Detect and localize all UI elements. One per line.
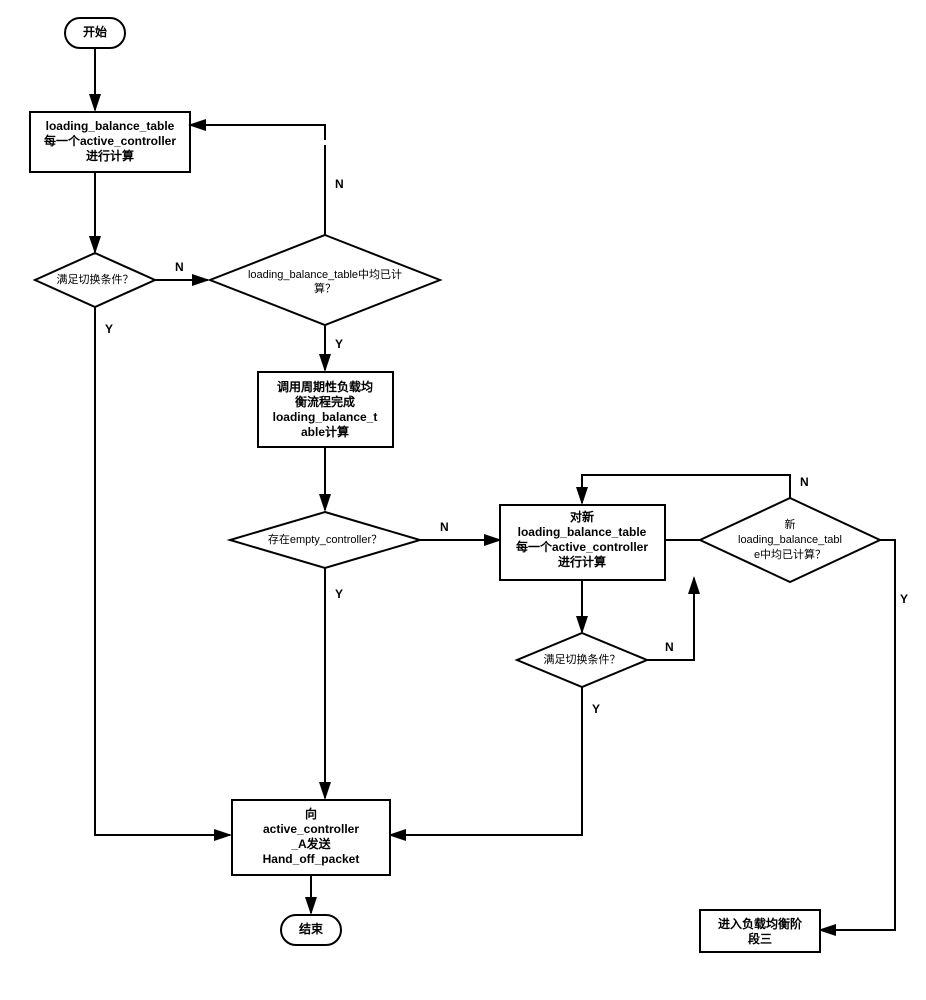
- svg-text:对新: 对新: [570, 509, 594, 524]
- svg-text:算？: 算？: [314, 281, 336, 295]
- svg-text:Y: Y: [335, 587, 343, 601]
- svg-text:loading_balance_t: loading_balance_t: [273, 410, 378, 424]
- svg-text:Y: Y: [335, 337, 343, 351]
- svg-text:N: N: [175, 260, 184, 274]
- svg-text:active_controller: active_controller: [263, 822, 359, 836]
- svg-text:loading_balance_table: loading_balance_table: [46, 119, 175, 133]
- svg-text:进入负载均衡阶: 进入负载均衡阶: [718, 916, 803, 931]
- svg-text:_A发送: _A发送: [290, 836, 331, 851]
- svg-text:调用周期性负载均: 调用周期性负载均: [277, 379, 373, 394]
- svg-text:满足切换条件？: 满足切换条件？: [57, 272, 134, 286]
- svg-text:Y: Y: [592, 702, 600, 716]
- end-label: 结束: [299, 921, 324, 936]
- start-label: 开始: [83, 24, 107, 39]
- svg-text:Y: Y: [900, 592, 908, 606]
- svg-text:loading_balance_table: loading_balance_table: [518, 525, 647, 539]
- svg-text:Hand_off_packet: Hand_off_packet: [263, 852, 360, 866]
- svg-text:新: 新: [785, 517, 796, 531]
- svg-text:段三: 段三: [748, 931, 772, 946]
- svg-text:N: N: [665, 640, 674, 654]
- svg-text:N: N: [800, 475, 809, 489]
- svg-text:向: 向: [305, 806, 317, 821]
- svg-text:e中均已计算？: e中均已计算？: [754, 547, 826, 561]
- svg-text:N: N: [335, 177, 344, 191]
- svg-text:N: N: [440, 520, 449, 534]
- flowchart: 开始 loading_balance_table 每一个active_contr…: [0, 0, 926, 1000]
- svg-text:进行计算: 进行计算: [558, 554, 606, 569]
- svg-text:进行计算: 进行计算: [86, 148, 134, 163]
- svg-text:able计算: able计算: [301, 424, 349, 439]
- svg-text:Y: Y: [105, 322, 113, 336]
- svg-text:loading_balance_tabl: loading_balance_tabl: [738, 534, 842, 546]
- svg-text:每一个active_controller: 每一个active_controller: [44, 133, 176, 148]
- svg-text:满足切换条件？: 满足切换条件？: [544, 652, 621, 666]
- svg-text:衡流程完成: 衡流程完成: [295, 394, 355, 409]
- svg-text:loading_balance_table中均已计: loading_balance_table中均已计: [248, 268, 402, 281]
- svg-text:存在empty_controller？: 存在empty_controller？: [268, 532, 382, 546]
- svg-text:每一个active_controller: 每一个active_controller: [516, 539, 648, 554]
